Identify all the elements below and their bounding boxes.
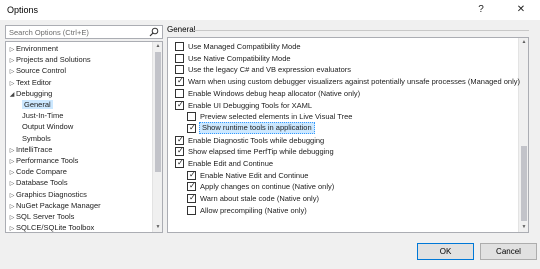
tree-item-label: Source Control [16, 66, 67, 76]
tree-item-label: Debugging [16, 88, 53, 98]
options-panel: ▲ ▼ Use Managed Compatibility Mode Use Na… [167, 37, 529, 233]
option-label: Warn about stale code (Native only) [200, 194, 319, 204]
tree-item[interactable]: ▷ NuGet Package Manager [8, 200, 101, 211]
option-label: Apply changes on continue (Native only) [200, 182, 335, 192]
tree-item[interactable]: ▷ Text Editor [8, 77, 52, 88]
option-label: Enable UI Debugging Tools for XAML [188, 100, 313, 110]
panel-scrollbar[interactable]: ▲ ▼ [518, 38, 528, 232]
tree-item[interactable]: ▷ Source Control [8, 65, 66, 76]
tree-item[interactable]: Symbols [22, 133, 51, 144]
tree-item-label: Environment [16, 44, 59, 53]
option-label: Show elapsed time PerfTip while debuggin… [188, 147, 334, 157]
option-checkbox[interactable] [187, 112, 196, 122]
ok-button[interactable]: OK [417, 243, 474, 260]
option-checkbox[interactable] [175, 42, 184, 51]
option-checkbox[interactable]: ✓ [175, 76, 184, 87]
search-input[interactable]: Search Options (Ctrl+E) [5, 25, 163, 39]
tree-item-label: Projects and Solutions [16, 55, 91, 65]
options-dialog: Options ? ✕ Search Options (Ctrl+E) ▲ ▼ … [0, 0, 540, 269]
tree-item-label: Performance Tools [16, 156, 79, 165]
tree-item[interactable]: ▷ Code Compare [8, 166, 67, 177]
option-checkbox[interactable]: ✓ [175, 146, 184, 157]
search-placeholder: Search Options (Ctrl+E) [9, 28, 89, 37]
scroll-down-icon[interactable]: ▼ [153, 223, 162, 232]
section-title: General [167, 25, 196, 34]
tree-item[interactable]: ▷ SQLCE/SQLite Toolbox [8, 222, 95, 233]
tree-item-label: Database Tools [16, 178, 68, 188]
tree-item[interactable]: ▷ Graphics Diagnostics [8, 189, 87, 200]
option-checkbox[interactable]: ✓ [175, 99, 184, 110]
option-label: Enable Native Edit and Continue [200, 170, 309, 180]
tree-item[interactable]: ▷ Environment [8, 43, 58, 54]
tree-item-label: General [22, 100, 53, 109]
tree-item-label: Graphics Diagnostics [16, 189, 87, 199]
tree-item-label: IntelliTrace [16, 144, 53, 154]
checkmark-icon: ✓ [177, 158, 184, 167]
checkmark-icon: ✓ [177, 146, 184, 156]
checkmark-icon: ✓ [177, 99, 184, 109]
option-checkbox[interactable]: ✓ [175, 158, 184, 168]
tree-scroll-thumb[interactable] [155, 52, 161, 172]
help-icon[interactable]: ? [470, 2, 492, 18]
option-label: Enable Windows debug heap allocator (Nat… [188, 88, 361, 98]
section-divider [193, 30, 529, 31]
scroll-down-icon[interactable]: ▼ [519, 223, 528, 232]
checkmark-icon: ✓ [189, 193, 196, 203]
tree-item[interactable]: Just-In-Time [22, 110, 63, 121]
scroll-up-icon[interactable]: ▲ [153, 42, 162, 51]
option-label: Allow precompiling (Native only) [200, 205, 307, 215]
panel-scroll-thumb[interactable] [521, 146, 527, 221]
checkmark-icon: ✓ [189, 181, 196, 191]
window-title: Options [7, 5, 39, 15]
option-checkbox[interactable]: ✓ [187, 181, 196, 192]
scroll-up-icon[interactable]: ▲ [519, 38, 528, 47]
option-checkbox[interactable]: ✓ [187, 169, 196, 180]
tree-scrollbar[interactable]: ▲ ▼ [152, 42, 162, 232]
cancel-button[interactable]: Cancel [480, 243, 537, 260]
option-label: Preview selected elements in Live Visual… [200, 112, 353, 122]
option-checkbox[interactable] [175, 88, 184, 98]
option-label: Use the legacy C# and VB expression eval… [188, 65, 352, 75]
tree-item[interactable]: General [22, 99, 53, 110]
option-checkbox[interactable] [187, 205, 196, 215]
tree-item[interactable]: ▷ Database Tools [8, 177, 68, 188]
tree-item-label: SQLCE/SQLite Toolbox [16, 223, 95, 233]
tree-item[interactable]: ◢ Debugging [8, 88, 53, 101]
tree-item-label: Just-In-Time [22, 111, 64, 121]
title-bar: Options ? ✕ [0, 0, 540, 20]
tree-item-label: Code Compare [16, 167, 67, 177]
tree-item[interactable]: ▷ IntelliTrace [8, 144, 53, 155]
option-checkbox[interactable]: ✓ [187, 193, 196, 204]
option-label: Use Native Compatibility Mode [188, 53, 291, 63]
option-checkbox[interactable]: ✓ [175, 134, 184, 145]
option-label: Use Managed Compatibility Mode [188, 42, 301, 51]
option-label: Enable Diagnostic Tools while debugging [188, 135, 325, 145]
checkmark-icon: ✓ [189, 169, 196, 179]
option-checkbox[interactable] [175, 53, 184, 63]
checkmark-icon: ✓ [177, 134, 184, 144]
option-label: Warn when using custom debugger visualiz… [188, 77, 520, 87]
option-checkbox[interactable]: ✓ [187, 122, 196, 133]
tree-item[interactable]: ▷ SQL Server Tools [8, 211, 75, 222]
tree-item-label: Output Window [22, 122, 74, 132]
expand-arrow-icon[interactable]: ◢ [8, 90, 16, 101]
tree-item-label: NuGet Package Manager [16, 200, 101, 210]
search-icon[interactable] [149, 27, 159, 37]
tree-item[interactable]: ▷ Projects and Solutions [8, 54, 91, 65]
checkmark-icon: ✓ [189, 122, 196, 132]
options-tree[interactable]: ▲ ▼ ▷ Environment ▷ Projects and Solutions ▷… [5, 41, 163, 233]
option-label: Show runtime tools in application [199, 121, 315, 134]
close-icon[interactable]: ✕ [510, 2, 532, 18]
tree-item[interactable]: ▷ Performance Tools [8, 155, 79, 166]
expand-arrow-icon[interactable]: ▷ [8, 224, 16, 232]
option-checkbox[interactable] [175, 65, 184, 75]
tree-item-label: SQL Server Tools [16, 212, 75, 221]
tree-item-label: Symbols [22, 133, 51, 143]
checkmark-icon: ✓ [177, 76, 184, 86]
option-label: Enable Edit and Continue [188, 159, 274, 168]
tree-item[interactable]: Output Window [22, 121, 73, 132]
tree-item-label: Text Editor [16, 77, 52, 87]
